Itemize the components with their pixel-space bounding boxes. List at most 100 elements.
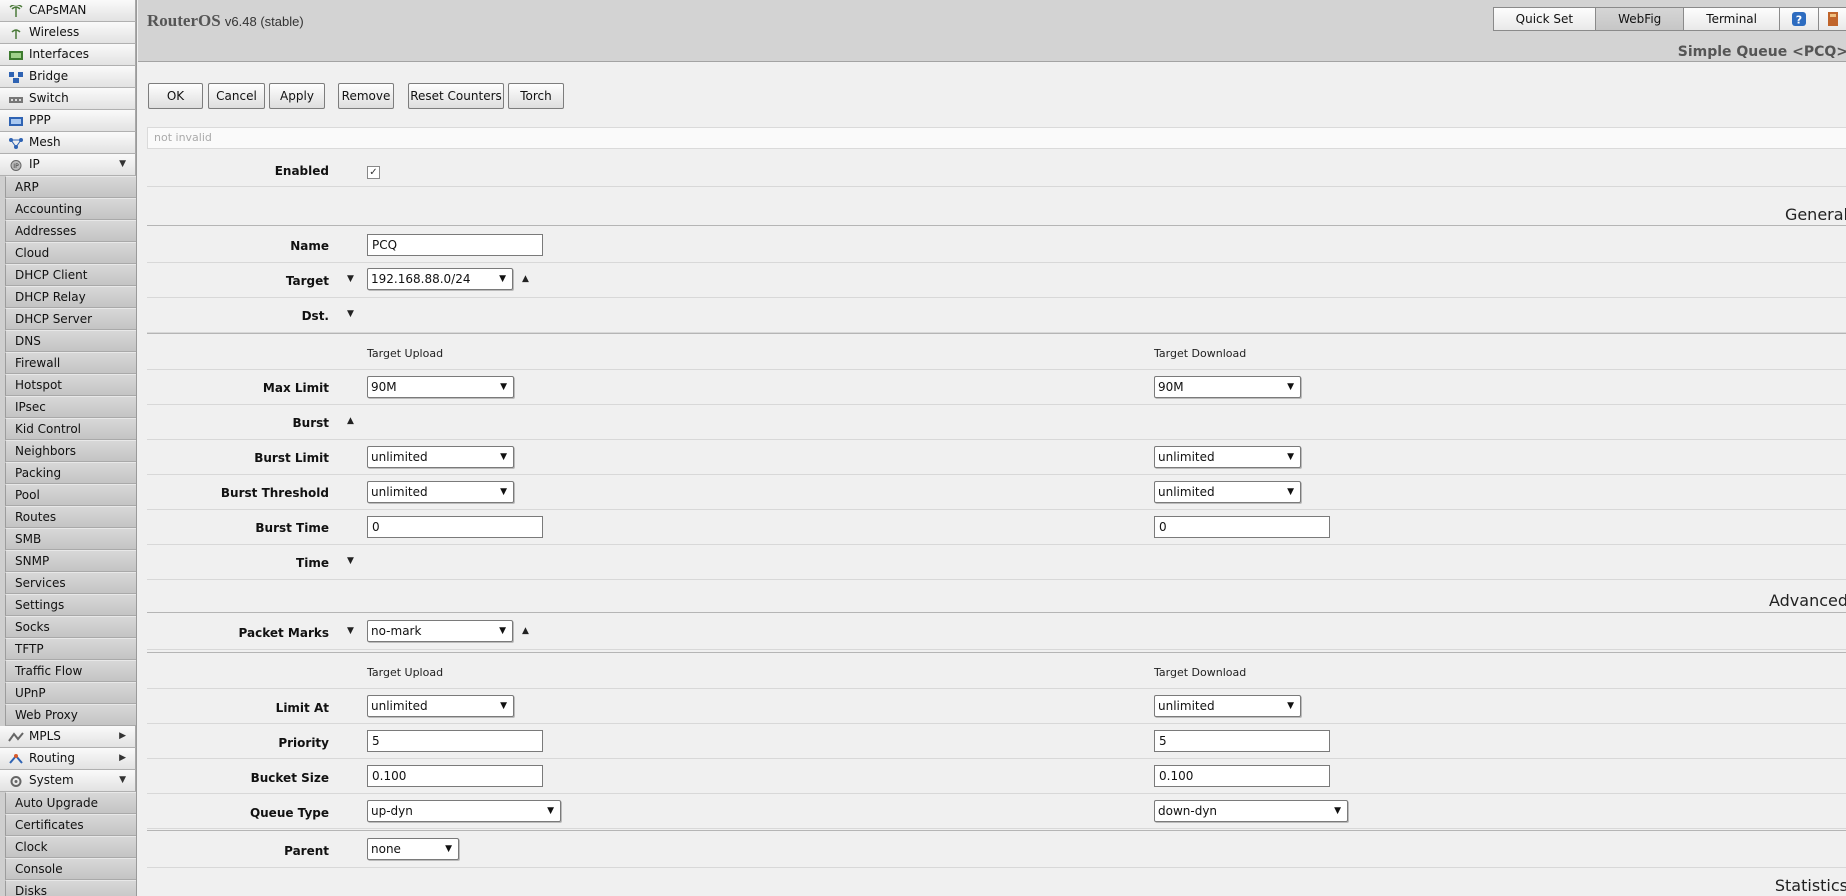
burst-toggle[interactable]: ▲ bbox=[347, 416, 354, 426]
burst-time-upload-input[interactable]: 0 bbox=[367, 516, 543, 538]
sidebar-subitem-ipsec[interactable]: IPsec bbox=[5, 396, 136, 418]
sidebar-subitem-socks[interactable]: Socks bbox=[5, 616, 136, 638]
enabled-checkbox[interactable]: ✓ bbox=[367, 166, 380, 179]
sidebar-item-switch[interactable]: Switch bbox=[0, 88, 136, 110]
burst-limit-download-select[interactable]: unlimited ▼ bbox=[1154, 446, 1301, 468]
sidebar-item-ip[interactable]: IP IP ▼ bbox=[0, 154, 136, 176]
target-toggle[interactable]: ▼ bbox=[347, 274, 354, 284]
subsection-divider bbox=[147, 652, 1846, 653]
burst-threshold-upload-select[interactable]: unlimited ▼ bbox=[367, 481, 514, 503]
target-select[interactable]: 192.168.88.0/24 ▼ bbox=[367, 268, 513, 290]
sidebar-subitem-console[interactable]: Console bbox=[5, 858, 136, 880]
burst-label: Burst bbox=[292, 416, 330, 430]
enabled-label: Enabled bbox=[274, 164, 329, 178]
target-collapse[interactable]: ▲ bbox=[522, 274, 529, 284]
sidebar-subitem-cloud[interactable]: Cloud bbox=[5, 242, 136, 264]
routing-icon bbox=[8, 752, 24, 765]
design-button[interactable] bbox=[1818, 7, 1846, 31]
time-toggle[interactable]: ▼ bbox=[347, 556, 354, 566]
sidebar-subitem-packing[interactable]: Packing bbox=[5, 462, 136, 484]
sidebar-item-mpls[interactable]: MPLS ▶ bbox=[0, 726, 136, 748]
sidebar-subitem-firewall[interactable]: Firewall bbox=[5, 352, 136, 374]
name-input[interactable]: PCQ bbox=[367, 234, 543, 256]
sidebar-subitem-addresses[interactable]: Addresses bbox=[5, 220, 136, 242]
sidebar-subitem-clock[interactable]: Clock bbox=[5, 836, 136, 858]
sidebar-subitem-routes[interactable]: Routes bbox=[5, 506, 136, 528]
apply-button[interactable]: Apply bbox=[269, 83, 325, 109]
book-icon bbox=[1828, 12, 1838, 26]
sidebar-subitem-disks[interactable]: Disks bbox=[5, 880, 136, 896]
queue-type-download-select[interactable]: down-dyn ▼ bbox=[1154, 800, 1348, 822]
ok-button[interactable]: OK bbox=[148, 83, 203, 109]
torch-button[interactable]: Torch bbox=[508, 83, 564, 109]
help-button[interactable]: ? bbox=[1779, 7, 1819, 31]
sidebar-subitem-settings[interactable]: Settings bbox=[5, 594, 136, 616]
max-limit-upload-value: 90M bbox=[371, 380, 397, 394]
packet-marks-collapse[interactable]: ▲ bbox=[522, 626, 529, 636]
sidebar-subitem-certificates[interactable]: Certificates bbox=[5, 814, 136, 836]
sidebar-subitem-pool[interactable]: Pool bbox=[5, 484, 136, 506]
sidebar-item-capsman[interactable]: CAPsMAN bbox=[0, 0, 136, 22]
max-limit-download-value: 90M bbox=[1158, 380, 1184, 394]
sidebar-item-system[interactable]: System ▼ bbox=[0, 770, 136, 792]
sidebar-subitem-snmp[interactable]: SNMP bbox=[5, 550, 136, 572]
dst-toggle[interactable]: ▼ bbox=[347, 309, 354, 319]
parent-select[interactable]: none ▼ bbox=[367, 838, 459, 860]
reset-counters-button[interactable]: Reset Counters bbox=[408, 83, 504, 109]
max-limit-download-select[interactable]: 90M ▼ bbox=[1154, 376, 1301, 398]
triangle-down-icon: ▼ bbox=[347, 309, 354, 319]
burst-time-download-input[interactable]: 0 bbox=[1154, 516, 1330, 538]
sidebar-item-routing[interactable]: Routing ▶ bbox=[0, 748, 136, 770]
sidebar-subitem-traffic-flow[interactable]: Traffic Flow bbox=[5, 660, 136, 682]
sidebar-subitem-smb[interactable]: SMB bbox=[5, 528, 136, 550]
row-column-headers: Target Upload Target Download bbox=[147, 335, 1846, 370]
sidebar-item-ppp[interactable]: PPP bbox=[0, 110, 136, 132]
sidebar-subitem-neighbors[interactable]: Neighbors bbox=[5, 440, 136, 462]
sidebar-subitem-dhcp-client[interactable]: DHCP Client bbox=[5, 264, 136, 286]
subsection-divider bbox=[147, 830, 1846, 831]
dropdown-arrow-icon: ▼ bbox=[500, 487, 507, 497]
name-label: Name bbox=[290, 239, 329, 253]
limit-at-upload-select[interactable]: unlimited ▼ bbox=[367, 695, 514, 717]
row-enabled: Enabled ✓ bbox=[147, 152, 1846, 187]
time-label: Time bbox=[296, 556, 329, 570]
priority-upload-input[interactable]: 5 bbox=[367, 730, 543, 752]
sidebar-subitem-services[interactable]: Services bbox=[5, 572, 136, 594]
sidebar-item-bridge[interactable]: Bridge bbox=[0, 66, 136, 88]
sidebar-item-mesh[interactable]: Mesh bbox=[0, 132, 136, 154]
sidebar-subitem-web-proxy[interactable]: Web Proxy bbox=[5, 704, 136, 726]
packet-marks-select[interactable]: no-mark ▼ bbox=[367, 620, 513, 642]
section-statistics: Statistics bbox=[1774, 876, 1846, 895]
burst-limit-upload-select[interactable]: unlimited ▼ bbox=[367, 446, 514, 468]
queue-type-upload-select[interactable]: up-dyn ▼ bbox=[367, 800, 561, 822]
sidebar-subitem-accounting[interactable]: Accounting bbox=[5, 198, 136, 220]
switch-icon bbox=[8, 92, 24, 105]
cancel-button[interactable]: Cancel bbox=[208, 83, 265, 109]
sidebar-subitem-dns[interactable]: DNS bbox=[5, 330, 136, 352]
sidebar-subitem-dhcp-server[interactable]: DHCP Server bbox=[5, 308, 136, 330]
sidebar-subitem-auto-upgrade[interactable]: Auto Upgrade bbox=[5, 792, 136, 814]
burst-threshold-download-select[interactable]: unlimited ▼ bbox=[1154, 481, 1301, 503]
remove-button[interactable]: Remove bbox=[338, 83, 394, 109]
terminal-button[interactable]: Terminal bbox=[1683, 7, 1780, 31]
bucket-size-upload-input[interactable]: 0.100 bbox=[367, 765, 543, 787]
expand-arrow-icon: ▼ bbox=[119, 159, 126, 169]
priority-download-input[interactable]: 5 bbox=[1154, 730, 1330, 752]
webfig-button[interactable]: WebFig bbox=[1595, 7, 1685, 31]
sidebar-subitem-kid-control[interactable]: Kid Control bbox=[5, 418, 136, 440]
sidebar-subitem-upnp[interactable]: UPnP bbox=[5, 682, 136, 704]
bucket-size-download-input[interactable]: 0.100 bbox=[1154, 765, 1330, 787]
sidebar-subitem-hotspot[interactable]: Hotspot bbox=[5, 374, 136, 396]
packet-marks-toggle[interactable]: ▼ bbox=[347, 626, 354, 636]
quick-set-button[interactable]: Quick Set bbox=[1492, 7, 1597, 31]
sidebar-subitem-tftp[interactable]: TFTP bbox=[5, 638, 136, 660]
dropdown-arrow-icon: ▼ bbox=[500, 701, 507, 711]
sidebar-item-interfaces[interactable]: Interfaces bbox=[0, 44, 136, 66]
sidebar-item-wireless[interactable]: Wireless bbox=[0, 22, 136, 44]
wireless-icon bbox=[8, 26, 24, 39]
sidebar-subitem-arp[interactable]: ARP bbox=[5, 176, 136, 198]
limit-at-download-select[interactable]: unlimited ▼ bbox=[1154, 695, 1301, 717]
triangle-down-icon: ▼ bbox=[347, 274, 354, 284]
sidebar-subitem-dhcp-relay[interactable]: DHCP Relay bbox=[5, 286, 136, 308]
max-limit-upload-select[interactable]: 90M ▼ bbox=[367, 376, 514, 398]
